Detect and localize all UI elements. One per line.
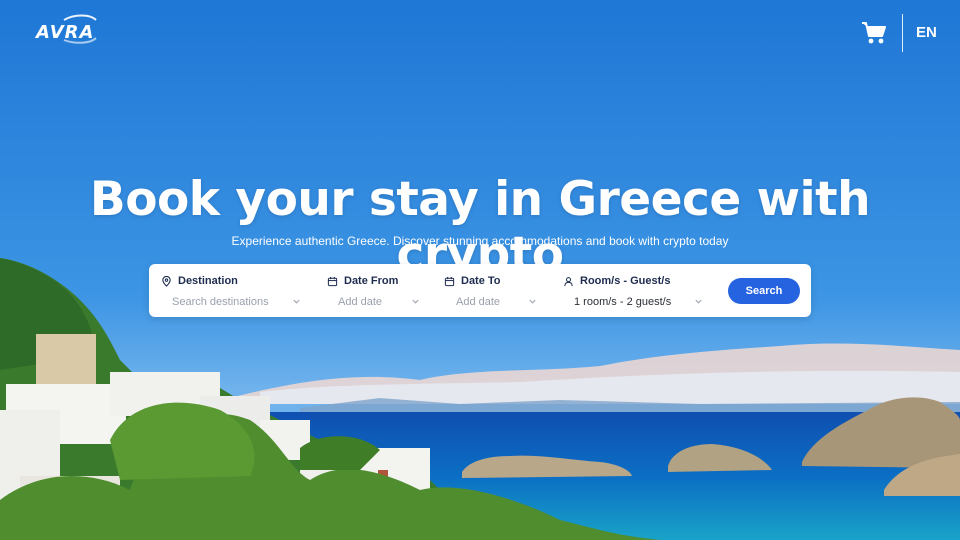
date-to-input[interactable]: Add date	[456, 296, 500, 308]
date-to-label-row: Date To	[444, 275, 501, 287]
date-from-label: Date From	[344, 275, 399, 287]
user-icon	[564, 276, 573, 286]
cart-button[interactable]	[860, 20, 888, 46]
shopping-cart-icon	[862, 22, 886, 44]
date-from-label-row: Date From	[327, 275, 398, 287]
location-pin-icon	[162, 275, 171, 287]
rooms-guests-field[interactable]: Room/s - Guest/s 1 room/s - 2 guest/s	[563, 264, 708, 317]
destination-input[interactable]: Search destinations	[172, 296, 269, 308]
chevron-down-icon	[293, 299, 300, 304]
rooms-guests-label-row: Room/s - Guest/s	[563, 275, 670, 287]
chevron-down-icon	[529, 299, 536, 304]
logo-text: AVRA	[36, 22, 95, 43]
calendar-icon	[327, 276, 338, 286]
rooms-guests-label: Room/s - Guest/s	[580, 275, 671, 287]
rooms-guests-input[interactable]: 1 room/s - 2 guest/s	[574, 296, 671, 308]
search-button[interactable]: Search	[728, 278, 800, 304]
calendar-icon	[444, 276, 455, 286]
search-bar: Destination Search destinations Date Fro…	[149, 264, 811, 317]
date-from-input[interactable]: Add date	[338, 296, 382, 308]
hero-subtitle: Experience authentic Greece. Discover st…	[231, 234, 729, 248]
destination-label: Destination	[178, 275, 238, 287]
date-from-field[interactable]: Date From Add date	[327, 264, 427, 317]
date-to-field[interactable]: Date To Add date	[444, 264, 544, 317]
destination-field[interactable]: Destination Search destinations	[161, 264, 311, 317]
hero-section: AVRA EN Book your stay in Greece with cr…	[0, 0, 960, 540]
chevron-down-icon	[412, 299, 419, 304]
language-selector[interactable]: EN	[916, 24, 937, 41]
chevron-down-icon	[695, 299, 702, 304]
destination-label-row: Destination	[161, 275, 238, 287]
header-divider	[902, 14, 903, 52]
brand-logo[interactable]: AVRA	[34, 14, 114, 44]
date-to-label: Date To	[461, 275, 501, 287]
